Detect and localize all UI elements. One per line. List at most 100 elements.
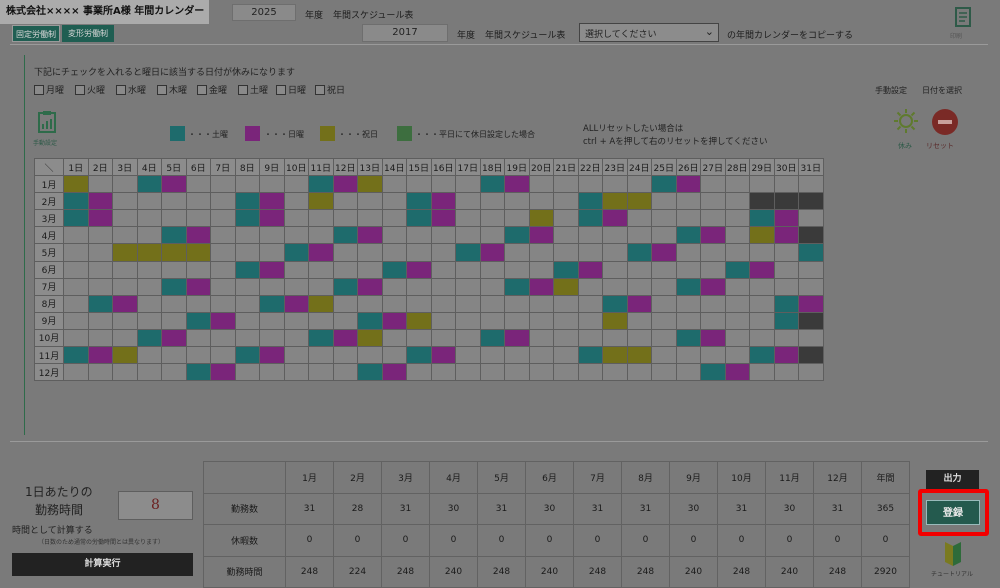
weekday-checkbox[interactable]: 木曜 [157, 83, 187, 96]
calendar-day-cell[interactable] [406, 277, 432, 296]
calendar-day-cell[interactable] [626, 328, 652, 348]
calendar-day-cell[interactable] [675, 328, 701, 348]
calendar-day-cell[interactable] [724, 175, 750, 194]
calendar-day-cell[interactable] [259, 260, 285, 279]
calendar-day-cell[interactable] [602, 209, 628, 228]
clipboard-icon[interactable] [36, 110, 58, 136]
calendar-day-cell[interactable] [626, 175, 652, 194]
calendar-day-cell[interactable] [283, 363, 309, 382]
calendar-day-cell[interactable] [161, 226, 187, 245]
calendar-day-cell[interactable] [406, 363, 432, 382]
calendar-day-cell[interactable] [136, 294, 162, 313]
calendar-day-cell[interactable] [504, 346, 530, 365]
calendar-day-cell[interactable] [798, 209, 824, 228]
calendar-day-cell[interactable] [185, 311, 211, 330]
calendar-day-cell[interactable] [602, 311, 628, 330]
calendar-day-cell[interactable] [577, 311, 603, 330]
calendar-day-cell[interactable] [332, 226, 358, 245]
calendar-day-cell[interactable] [87, 243, 113, 262]
calendar-day-cell[interactable] [136, 209, 162, 228]
calendar-day-cell[interactable] [87, 175, 113, 194]
calendar-day-cell[interactable] [210, 260, 236, 279]
calendar-day-cell[interactable] [675, 294, 701, 313]
calendar-day-cell[interactable] [357, 243, 383, 262]
calendar-day-cell[interactable] [161, 260, 187, 279]
calendar-day-cell[interactable] [283, 277, 309, 296]
calendar-day-cell[interactable] [308, 243, 334, 262]
calendar-day-cell[interactable] [528, 328, 554, 348]
calendar-day-cell[interactable] [161, 363, 187, 382]
calendar-day-cell[interactable] [308, 346, 334, 365]
calendar-day-cell[interactable] [773, 346, 799, 365]
calendar-day-cell[interactable] [112, 243, 138, 262]
calendar-day-cell[interactable] [87, 346, 113, 365]
calendar-day-cell[interactable] [332, 294, 358, 313]
calendar-day-cell[interactable] [675, 346, 701, 365]
calendar-day-cell[interactable] [577, 363, 603, 382]
calendar-day-cell[interactable] [504, 209, 530, 228]
calendar-day-cell[interactable] [773, 363, 799, 382]
calendar-day-cell[interactable] [234, 294, 260, 313]
calendar-day-cell[interactable] [577, 277, 603, 296]
copy-year-field[interactable]: 2017 [362, 24, 448, 42]
calendar-day-cell[interactable] [773, 294, 799, 313]
calendar-day-cell[interactable] [675, 363, 701, 382]
calendar-day-cell[interactable] [700, 192, 726, 211]
calendar-day-cell[interactable] [112, 175, 138, 194]
calendar-day-cell[interactable] [381, 209, 407, 228]
calendar-day-cell[interactable] [259, 346, 285, 365]
calendar-day-cell[interactable] [577, 209, 603, 228]
calendar-day-cell[interactable] [700, 328, 726, 348]
calendar-day-cell[interactable] [210, 363, 236, 382]
calendar-day-cell[interactable] [626, 192, 652, 211]
calendar-day-cell[interactable] [651, 294, 677, 313]
calendar-day-cell[interactable] [112, 192, 138, 211]
calendar-day-cell[interactable] [283, 226, 309, 245]
calendar-day-cell[interactable] [504, 311, 530, 330]
calendar-day-cell[interactable] [455, 175, 481, 194]
calendar-day-cell[interactable] [406, 328, 432, 348]
calendar-day-cell[interactable] [724, 294, 750, 313]
calendar-day-cell[interactable] [210, 243, 236, 262]
calendar-day-cell[interactable] [479, 209, 505, 228]
calendar-day-cell[interactable] [626, 260, 652, 279]
calendar-day-cell[interactable] [381, 260, 407, 279]
calendar-day-cell[interactable] [430, 260, 456, 279]
calendar-day-cell[interactable] [528, 192, 554, 211]
calendar-day-cell[interactable] [773, 260, 799, 279]
sun-icon[interactable] [893, 108, 919, 134]
calendar-day-cell[interactable] [577, 346, 603, 365]
calendar-day-cell[interactable] [626, 226, 652, 245]
calendar-day-cell[interactable] [357, 363, 383, 382]
calendar-day-cell[interactable] [185, 363, 211, 382]
reset-icon[interactable] [932, 109, 958, 135]
calendar-day-cell[interactable] [675, 192, 701, 211]
calendar-day-cell[interactable] [87, 192, 113, 211]
calendar-day-cell[interactable] [430, 363, 456, 382]
calendar-day-cell[interactable] [528, 346, 554, 365]
calendar-day-cell[interactable] [308, 226, 334, 245]
calendar-day-cell[interactable] [798, 260, 824, 279]
calendar-day-cell[interactable] [626, 294, 652, 313]
calendar-day-cell[interactable] [724, 328, 750, 348]
calendar-day-cell[interactable] [479, 346, 505, 365]
checkbox-box[interactable] [238, 84, 248, 95]
calendar-day-cell[interactable] [210, 175, 236, 194]
calendar-day-cell[interactable] [553, 311, 579, 330]
calendar-day-cell[interactable] [773, 226, 799, 245]
calendar-day-cell[interactable] [675, 209, 701, 228]
checkbox-box[interactable] [197, 84, 207, 95]
calendar-day-cell[interactable] [136, 175, 162, 194]
calendar-day-cell[interactable] [308, 192, 334, 211]
calendar-day-cell[interactable] [430, 192, 456, 211]
calendar-day-cell[interactable] [479, 260, 505, 279]
calendar-day-cell[interactable] [798, 363, 824, 382]
calendar-day-cell[interactable] [724, 226, 750, 245]
calendar-day-cell[interactable] [430, 346, 456, 365]
calendar-day-cell[interactable] [675, 260, 701, 279]
calendar-day-cell[interactable] [455, 294, 481, 313]
calendar-day-cell[interactable] [430, 175, 456, 194]
calculate-button[interactable]: 計算実行 [12, 553, 193, 576]
calendar-day-cell[interactable] [210, 294, 236, 313]
output-button[interactable]: 出力 [926, 470, 979, 489]
